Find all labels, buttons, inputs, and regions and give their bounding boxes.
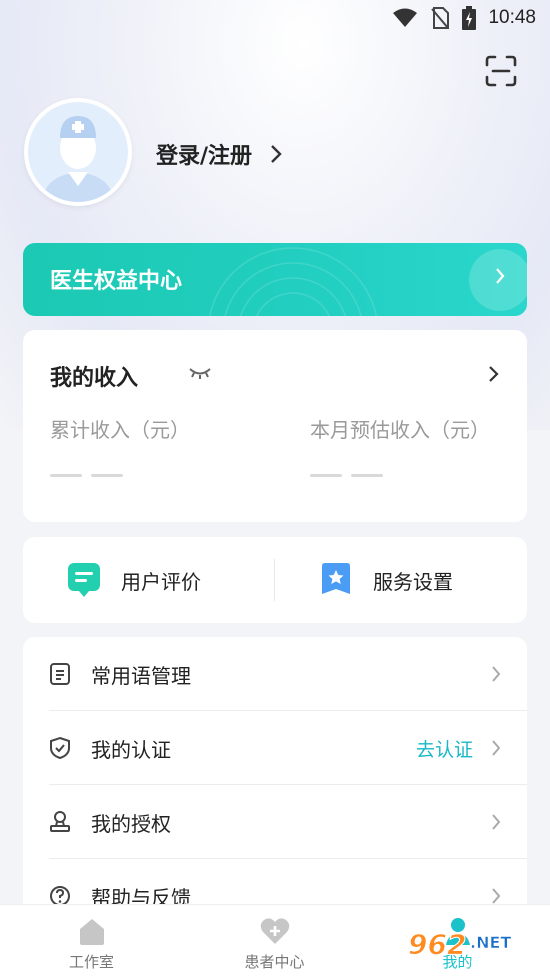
document-icon — [50, 663, 70, 685]
tab-label: 患者中心 — [244, 953, 305, 971]
status-bar: 10:48 — [0, 0, 550, 36]
banner-title: 医生权益中心 — [50, 269, 183, 294]
no-sim-icon — [431, 7, 450, 29]
chevron-right-icon — [496, 268, 505, 284]
chevron-right-icon — [489, 366, 499, 382]
menu-item-label: 常用语管理 — [91, 663, 191, 688]
tab-patient-center[interactable]: 患者中心 — [183, 905, 366, 977]
menu-item-label: 我的认证 — [91, 737, 171, 762]
total-income-placeholder — [91, 474, 123, 477]
menu-card: 常用语管理 我的认证 去认证 我的授权 帮助与反馈 — [23, 637, 527, 937]
doctor-benefits-banner[interactable]: 医生权益中心 — [23, 243, 527, 316]
service-settings-button[interactable]: 服务设置 — [319, 537, 453, 623]
star-badge-icon — [322, 563, 350, 594]
status-time: 10:48 — [488, 7, 536, 28]
month-income-placeholder — [351, 474, 383, 477]
scan-button[interactable] — [484, 54, 518, 88]
watermark-962-logo: 962 .NET 乐游网 — [408, 928, 516, 973]
doctor-avatar-icon — [42, 116, 114, 202]
chevron-right-icon — [492, 666, 501, 682]
quick-actions-card: 用户评价 服务设置 — [23, 537, 527, 623]
income-card[interactable]: 我的收入 累计收入（元） 本月预估收入（元） — [23, 330, 527, 522]
watermark-logo: 962 .NET 乐游网 — [406, 926, 542, 973]
income-title: 我的收入 — [50, 366, 139, 391]
menu-item-certification[interactable]: 我的认证 去认证 — [23, 711, 527, 785]
menu-item-authorization[interactable]: 我的授权 — [23, 785, 527, 859]
login-register-label: 登录/注册 — [156, 144, 253, 169]
login-register-link[interactable]: 登录/注册 — [156, 134, 282, 174]
avatar[interactable] — [24, 98, 132, 206]
wifi-icon — [393, 8, 418, 27]
service-settings-label: 服务设置 — [373, 569, 453, 594]
user-reviews-button[interactable]: 用户评价 — [67, 537, 201, 623]
chevron-right-icon — [492, 740, 501, 756]
total-income-placeholder — [50, 474, 82, 477]
month-income-placeholder — [310, 474, 342, 477]
chevron-right-icon — [492, 888, 501, 904]
eye-closed-icon[interactable] — [188, 366, 212, 380]
shield-icon — [50, 736, 70, 760]
svg-text:.NET: .NET — [470, 933, 511, 952]
user-reviews-label: 用户评价 — [121, 569, 201, 594]
stamp-icon — [50, 811, 70, 832]
house-icon — [79, 919, 104, 945]
tab-label: 工作室 — [68, 953, 114, 971]
svg-text:962: 962 — [408, 928, 466, 961]
heart-plus-icon — [260, 918, 289, 944]
tab-studio[interactable]: 工作室 — [0, 905, 183, 977]
chevron-right-icon — [492, 814, 501, 830]
month-income-label: 本月预估收入（元） — [310, 418, 490, 442]
go-certify-link[interactable]: 去认证 — [416, 735, 473, 762]
chat-icon — [68, 563, 100, 597]
menu-item-phrases[interactable]: 常用语管理 — [23, 637, 527, 711]
svg-text:乐游网: 乐游网 — [470, 954, 515, 972]
total-income-label: 累计收入（元） — [50, 418, 190, 442]
scan-icon — [485, 55, 517, 87]
divider — [274, 559, 275, 601]
chevron-right-icon — [271, 145, 282, 163]
battery-icon — [462, 6, 477, 30]
menu-item-label: 我的授权 — [91, 811, 171, 836]
